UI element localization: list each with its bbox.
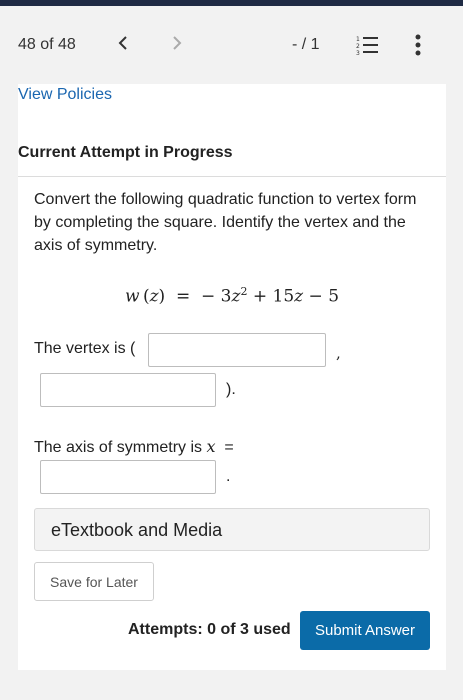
axis-label-text: The axis of symmetry is — [34, 439, 203, 456]
svg-text:1: 1 — [356, 36, 360, 43]
period: . — [226, 468, 231, 485]
question-text: Convert the following quadratic function… — [34, 191, 417, 254]
chevron-left-icon[interactable] — [112, 30, 134, 56]
view-policies-link[interactable]: View Policies — [18, 86, 112, 104]
question-list-icon[interactable]: 1 2 3 — [356, 34, 380, 57]
divider — [18, 176, 446, 177]
etextbook-media-button[interactable]: eTextbook and Media — [34, 508, 430, 551]
axis-equals: = — [224, 439, 234, 456]
svg-text:2: 2 — [356, 43, 360, 50]
attempts-count: Attempts: 0 of 3 used — [128, 621, 291, 638]
submit-answer-button[interactable]: Submit Answer — [300, 611, 430, 650]
equation: w (z) = − 3z2 + 15z − 5 — [124, 285, 340, 307]
comma: , — [336, 344, 341, 362]
close-paren: ). — [226, 381, 236, 398]
score: - / 1 — [292, 36, 320, 53]
vertex-x-input[interactable] — [148, 333, 326, 367]
vertex-y-input[interactable] — [40, 373, 216, 407]
svg-text:3: 3 — [356, 50, 360, 56]
chevron-right-icon[interactable] — [166, 30, 188, 56]
question-card: View Policies Current Attempt in Progres… — [18, 84, 446, 670]
header: 48 of 48 - / 1 1 2 3 — [0, 6, 463, 84]
page-count: 48 of 48 — [18, 36, 76, 53]
vertex-label: The vertex is ( — [34, 340, 136, 357]
axis-input[interactable] — [40, 460, 216, 494]
axis-variable: x — [206, 437, 216, 456]
attempt-heading: Current Attempt in Progress — [18, 144, 233, 161]
save-for-later-button[interactable]: Save for Later — [34, 562, 154, 601]
axis-label: The axis of symmetry is x = — [34, 437, 234, 457]
more-vertical-icon[interactable] — [410, 32, 426, 58]
